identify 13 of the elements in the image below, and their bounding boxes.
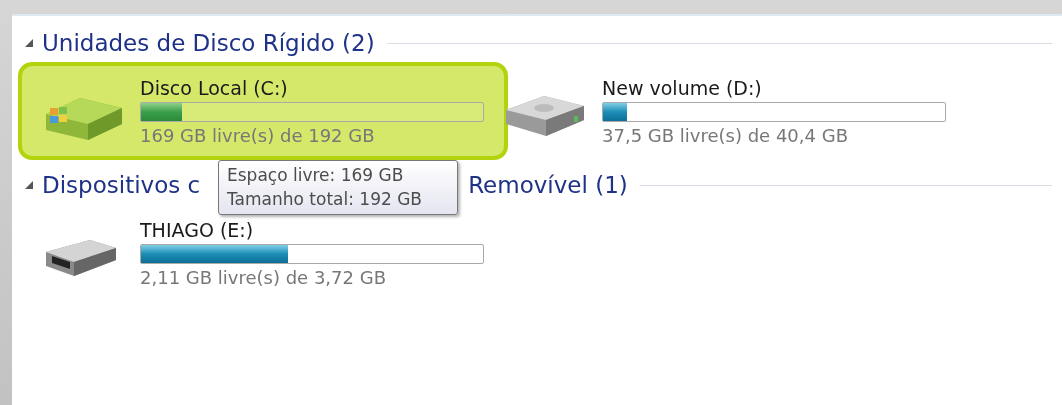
- drive-name: New volume (D:): [602, 76, 763, 99]
- expand-arrow-icon[interactable]: [24, 38, 34, 48]
- group-heading: Unidades de Disco Rígido (2): [42, 30, 375, 56]
- group-heading: Removível (1): [468, 172, 628, 198]
- free-space-text: 37,5 GB livre(s) de 40,4 GB: [602, 125, 849, 146]
- group-heading: Dispositivos c: [42, 172, 201, 198]
- drive-name: Disco Local (C:): [140, 76, 289, 99]
- expand-arrow-icon[interactable]: [24, 180, 34, 190]
- free-space-text: 2,11 GB livre(s) de 3,72 GB: [140, 267, 387, 288]
- free-space-text: 169 GB livre(s) de 192 GB: [140, 125, 376, 146]
- drive-item[interactable]: Disco Local (C:) 169 GB livre(s) de 192 GB: [18, 62, 508, 160]
- drive-name: THIAGO (E:): [140, 218, 255, 241]
- tooltip-text: Espaço livre: 169 GB: [227, 164, 405, 187]
